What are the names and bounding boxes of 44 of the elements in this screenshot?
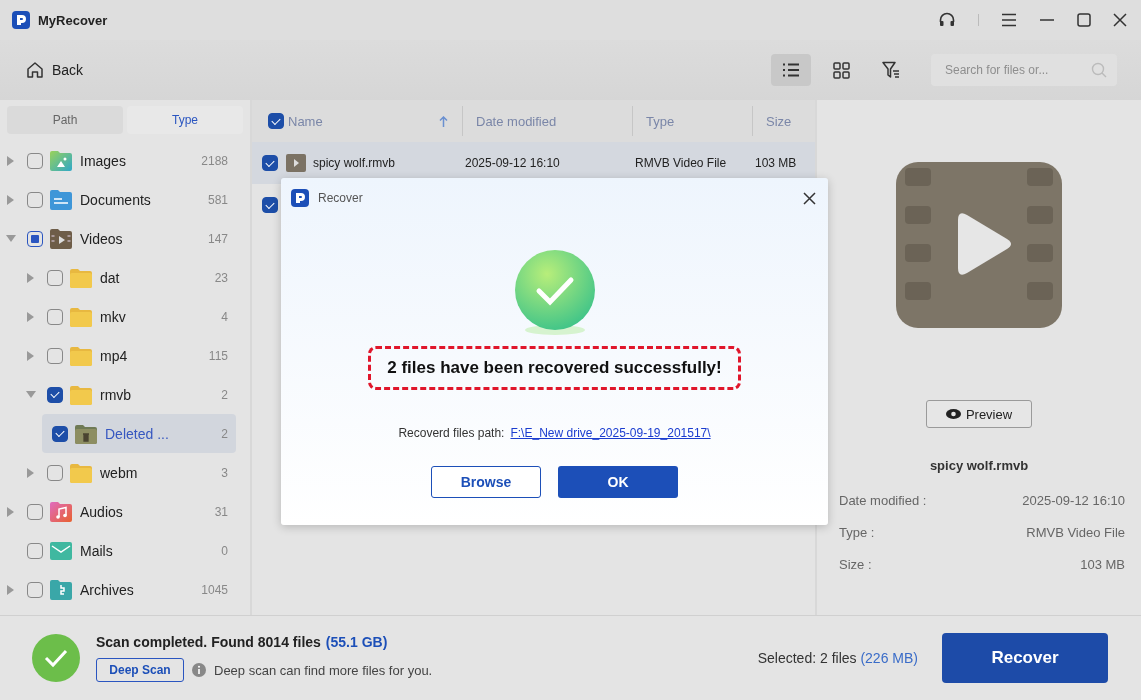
tree-label: Videos <box>80 230 124 247</box>
path-label: Recoverd files path: <box>398 426 505 440</box>
tree-label: Archives <box>80 581 135 598</box>
field-label: Type : <box>839 525 875 540</box>
tree-label: Audios <box>80 503 124 520</box>
tree-label: Deleted ... <box>105 425 170 442</box>
item-count: 2188 <box>201 153 228 168</box>
dialog-title: Recover <box>318 191 364 205</box>
field-value: 103 MB <box>1080 557 1125 572</box>
hint-text: Deep scan can find more files for you. <box>214 662 433 678</box>
table-cell-text: spicy wolf.rmvb <box>312 156 396 170</box>
total-size: (55.1 GB) <box>325 634 388 650</box>
field-label: Size : <box>839 557 872 572</box>
field-label: Date modified : <box>839 493 927 508</box>
file-name: spicy wolf.rmvb <box>929 458 1029 473</box>
app-title: MyRecover <box>38 12 108 28</box>
tree-label: mkv <box>100 308 127 325</box>
item-count: 581 <box>207 192 228 207</box>
tree-label: Mails <box>80 542 114 559</box>
field-value: 2025-09-12 16:10 <box>1022 493 1125 508</box>
success-message: 2 files have been recovered successfully! <box>368 346 741 390</box>
tree-label: Images <box>80 152 127 169</box>
item-count: 0 <box>221 543 228 558</box>
tree-label: mp4 <box>100 347 129 364</box>
item-count: 4 <box>221 309 228 324</box>
scan-summary: Scan completed. Found 8014 files <box>96 634 321 650</box>
selection-count: Selected: 2 files <box>757 650 857 666</box>
tree-label: dat <box>100 269 121 286</box>
item-count: 147 <box>207 231 228 246</box>
item-count: 23 <box>214 270 228 285</box>
tree-label: webm <box>100 464 139 481</box>
table-cell-text: RMVB Video File <box>634 156 728 170</box>
item-count: 115 <box>208 348 228 363</box>
tree-label: rmvb <box>100 386 133 403</box>
item-count: 2 <box>221 387 228 402</box>
item-count: 31 <box>214 504 228 519</box>
selection-size: (226 MB) <box>860 650 918 666</box>
field-value: RMVB Video File <box>1026 525 1125 540</box>
item-count: 1045 <box>201 582 228 597</box>
tree-label: Documents <box>80 191 152 208</box>
table-cell-text: 103 MB <box>754 156 798 170</box>
item-count: 3 <box>221 465 228 480</box>
table-cell-text: 2025-09-12 16:10 <box>464 156 561 170</box>
item-count: 2 <box>221 426 228 441</box>
